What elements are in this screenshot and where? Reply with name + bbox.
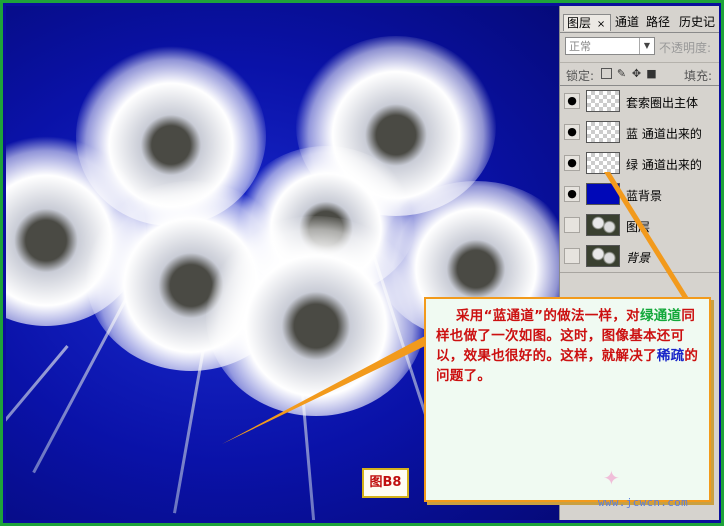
blend-mode-select[interactable]: 正常 ▼ <box>565 37 655 55</box>
layer-thumbnail <box>586 90 620 112</box>
dandelion-puff <box>206 216 426 416</box>
callout-highlight-green: 绿通道 <box>639 308 682 324</box>
tab-paths[interactable]: 路径 <box>643 14 675 31</box>
layer-row[interactable]: ● 蓝背景 <box>560 179 719 211</box>
move-icon[interactable]: ✥ <box>631 68 642 79</box>
layer-name: 套索圈出主体 <box>626 96 699 110</box>
lock-label: 锁定: <box>566 69 595 83</box>
layer-row[interactable]: ● 蓝 通道出来的 <box>560 117 719 149</box>
eye-toggle-empty[interactable] <box>564 217 580 233</box>
tab-channels[interactable]: 通道 <box>612 14 640 31</box>
layer-row[interactable]: ● 绿 通道出来的 <box>560 148 719 180</box>
lock-icon[interactable]: ■ <box>646 68 657 79</box>
callout-text: 采用“蓝通道”的做法一样，对绿通道同样也做了一次如图。这时，图像基本还可以，效果… <box>436 306 702 386</box>
panel-tabs: 图层 × 通道 路径 历史记 <box>560 14 719 33</box>
layer-thumbnail <box>586 152 620 174</box>
blend-mode-value: 正常 <box>569 40 591 53</box>
eye-icon[interactable]: ● <box>564 124 580 140</box>
layer-row[interactable]: 背景 <box>560 241 719 273</box>
eye-toggle-empty[interactable] <box>564 248 580 264</box>
callout-highlight-blue: 稀疏 <box>656 348 685 364</box>
layer-row[interactable]: ● 套索圈出主体 <box>560 86 719 118</box>
brush-icon[interactable]: ✎ <box>616 68 627 79</box>
layer-name: 图层 <box>626 220 651 234</box>
layer-thumbnail <box>586 214 620 236</box>
eye-icon[interactable]: ● <box>564 93 580 109</box>
chevron-down-icon[interactable]: ▼ <box>639 38 654 54</box>
watermark-url: www.jcwcn.com <box>598 496 688 509</box>
callout-text-part: 采用“蓝通道”的做法一样，对 <box>436 308 640 324</box>
stem <box>6 345 69 478</box>
layer-name: 蓝背景 <box>626 189 663 203</box>
tab-history[interactable]: 历史记 <box>676 14 719 31</box>
tab-layers[interactable]: 图层 × <box>563 14 611 31</box>
eye-icon[interactable]: ● <box>564 186 580 202</box>
layer-name: 蓝 通道出来的 <box>626 127 702 141</box>
layer-thumbnail <box>586 121 620 143</box>
layer-row[interactable]: 图层 <box>560 210 719 242</box>
lock-row: 锁定: ✎ ✥ ■ 填充: <box>560 62 719 86</box>
close-icon[interactable]: × <box>597 19 605 30</box>
layer-name: 绿 通道出来的 <box>626 158 702 172</box>
fill-label: 填充: <box>684 69 713 83</box>
site-logo: ✦ <box>603 466 620 490</box>
layer-thumbnail <box>586 183 620 205</box>
eye-icon[interactable]: ● <box>564 155 580 171</box>
figure-label: 图B8 <box>362 468 409 498</box>
layer-name: 背景 <box>626 251 651 265</box>
lock-transparency-icon[interactable] <box>601 68 612 79</box>
annotation-callout: 采用“蓝通道”的做法一样，对绿通道同样也做了一次如图。这时，图像基本还可以，效果… <box>424 297 711 502</box>
layer-thumbnail <box>586 245 620 267</box>
opacity-label: 不透明度: <box>659 41 712 55</box>
tab-layers-label: 图层 <box>567 16 592 30</box>
